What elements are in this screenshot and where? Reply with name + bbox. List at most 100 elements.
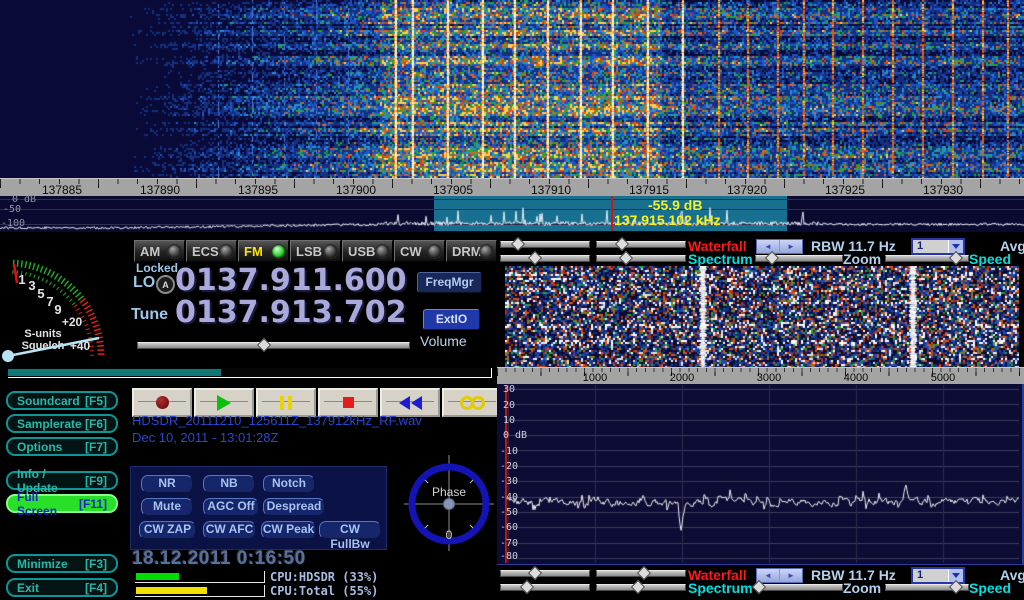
slider-thumb[interactable] [631,580,645,594]
pause-icon [280,396,292,410]
waterfall-contrast-slider[interactable] [500,241,590,248]
arrow-right-icon[interactable]: ► [779,240,802,253]
recording-timestamp: Dec 10, 2011 - 13:01:28Z [132,430,278,445]
cw-fullbw-button[interactable]: CW FullBw [319,521,381,539]
soundcard-button[interactable]: Soundcard[F5] [6,391,118,410]
phase-tick [425,480,428,483]
rbw-arrows-button[interactable]: ◄► [756,568,803,583]
waterfall-brightness-slider[interactable] [596,570,686,577]
frequency-ruler[interactable]: 137885 137890 137895 137900 137905 13791… [0,178,1024,197]
notch-button[interactable]: Notch [263,475,315,493]
waterfall-contrast-slider[interactable] [500,570,590,577]
spectrum-offset-slider[interactable] [596,255,686,262]
arrow-right-icon[interactable]: ► [779,569,802,582]
agc-button[interactable]: AGC Off [203,498,259,516]
avg-dropdown-value: 1 [913,240,948,253]
volume-slider[interactable] [137,342,410,349]
avg-dropdown-value: 1 [913,569,948,582]
spectrum-range-slider[interactable] [500,584,590,591]
freq-tick: 137895 [228,183,288,197]
arrow-left-icon[interactable]: ◄ [757,569,779,582]
slider-thumb[interactable] [528,251,542,265]
tune-frequency-display[interactable]: 0137.913.702 [175,295,407,330]
speed-slider[interactable] [885,584,969,591]
samplerate-button[interactable]: Samplerate[F6] [6,414,118,433]
slider-thumb[interactable] [528,566,542,580]
spectrum-range-slider[interactable] [500,255,590,262]
zoom-label: Zoom [843,251,881,267]
spectrum-tab[interactable]: Spectrum [688,251,753,267]
mode-drm-button[interactable]: DRM [446,240,497,262]
info-update-button[interactable]: Info / Update[F9] [6,471,118,490]
audio-waterfall-display[interactable] [505,266,1019,367]
mute-button[interactable]: Mute [141,498,193,516]
full-screen-button[interactable]: Full Screen[F11] [6,494,118,513]
slider-thumb[interactable] [637,566,651,580]
zoom-slider[interactable] [755,584,843,591]
cw-peak-button[interactable]: CW Peak [261,521,316,539]
audio-freq-tick: 3000 [739,372,799,384]
nb-button[interactable]: NB [203,475,255,493]
speed-slider[interactable] [885,255,969,262]
led-indicator [168,245,181,258]
despread-button[interactable]: Despread [263,498,325,516]
button-key: [F6] [85,417,107,431]
mode-usb-button[interactable]: USB [342,240,393,262]
exit-button[interactable]: Exit[F4] [6,578,118,597]
volume-slider-thumb[interactable] [257,338,271,352]
freq-tick: 137925 [815,183,875,197]
speed-label: Speed [969,580,1011,596]
play-icon [217,395,231,411]
signal-level-readout: -55.9 dB [648,197,702,213]
zoom-label: Zoom [843,580,881,596]
cw-afc-button[interactable]: CW AFC [203,521,256,539]
nr-button[interactable]: NR [141,475,193,493]
minimize-button[interactable]: Minimize[F3] [6,554,118,573]
db-label: -100 [1,218,25,229]
phase-value: 0 [446,528,453,542]
arrow-left-icon[interactable]: ◄ [757,240,779,253]
waterfall-brightness-slider[interactable] [596,241,686,248]
slider-thumb[interactable] [615,237,629,251]
cw-zap-button[interactable]: CW ZAP [139,521,196,539]
spec-db-label: -30 [500,476,518,487]
playback-progress-bar[interactable] [8,368,492,378]
slider-thumb[interactable] [520,580,534,594]
options-button[interactable]: Options[F7] [6,437,118,456]
loop-button[interactable] [442,388,502,417]
lo-label: LO [133,274,155,292]
button-label: Samplerate [17,417,82,431]
cpu-total-label: CPU:Total (55%) [270,584,378,598]
mode-fm-button[interactable]: FM [238,240,289,262]
spectrum-tab[interactable]: Spectrum [688,580,753,596]
freqmgr-button[interactable]: FreqMgr [417,272,482,293]
mode-am-button[interactable]: AM [134,240,185,262]
extio-button[interactable]: ExtIO [423,309,480,330]
smeter-tick: 9 [54,302,61,317]
rbw-arrows-button[interactable]: ◄► [756,239,803,254]
smeter-units-label: S-units [24,328,61,340]
lo-auto-button[interactable]: A [156,275,175,294]
button-key: [F3] [85,557,107,571]
tune-cursor [611,196,613,231]
mode-lsb-button[interactable]: LSB [290,240,341,262]
audio-spectrum-trace[interactable] [505,385,1019,563]
main-waterfall-display[interactable] [0,0,1024,178]
zoom-slider[interactable] [755,255,843,262]
led-indicator [324,245,337,258]
phase-scope: Phase 0 [404,455,494,551]
spec-db-label: 10 [503,415,515,426]
led-indicator [428,245,441,258]
overview-spectrum[interactable]: 0 dB -50 -100 -55.9 dB 137.915.102 kHz [0,196,1024,232]
led-indicator [480,245,493,258]
spectrum-offset-slider[interactable] [596,584,686,591]
freq-tick: 137915 [619,183,679,197]
audio-frequency-ruler[interactable]: 1000 2000 3000 4000 5000 [497,367,1024,385]
mode-ecss-button[interactable]: ECSS [186,240,237,262]
slider-thumb[interactable] [511,237,525,251]
lo-frequency-display[interactable]: 0137.911.600 [175,263,407,298]
audio-freq-tick: 4000 [826,372,886,384]
slider-thumb[interactable] [619,251,633,265]
mode-cw-button[interactable]: CW [394,240,445,262]
button-key: [F11] [79,497,107,511]
